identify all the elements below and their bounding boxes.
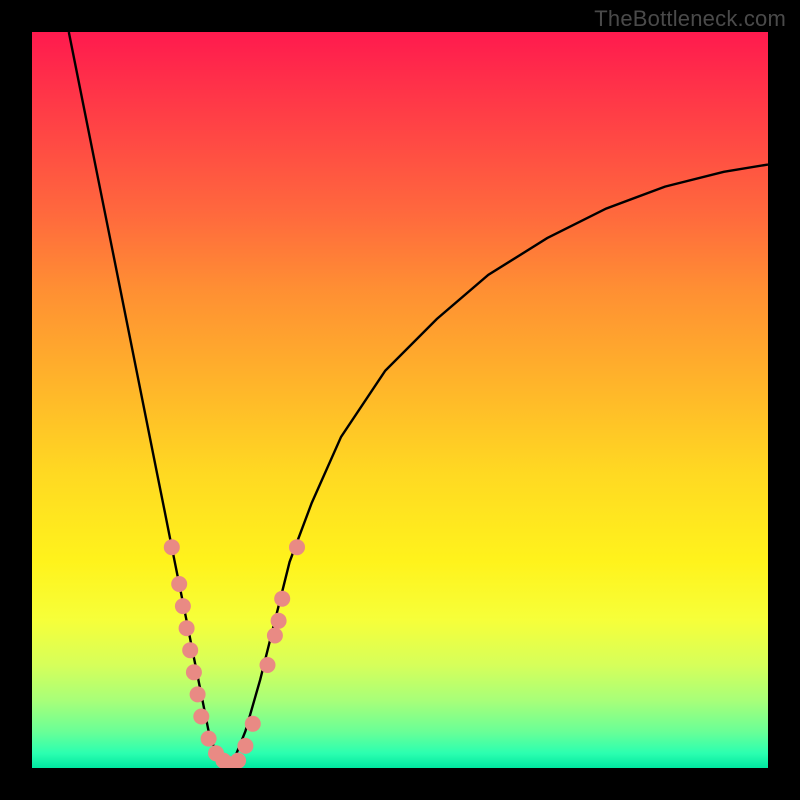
scatter-dot	[289, 539, 305, 555]
scatter-dot	[201, 731, 217, 747]
scatter-dot	[179, 620, 195, 636]
chart-svg	[32, 32, 768, 768]
scatter-dot	[274, 591, 290, 607]
scatter-dot	[171, 576, 187, 592]
scatter-dot	[237, 738, 253, 754]
curve-group	[69, 32, 768, 768]
scatter-dot	[245, 716, 261, 732]
scatter-dot	[271, 613, 287, 629]
curve-left-branch	[69, 32, 231, 768]
scatter-group	[164, 539, 305, 768]
curve-right-branch	[231, 165, 768, 769]
scatter-dot	[267, 628, 283, 644]
scatter-dot	[175, 598, 191, 614]
scatter-dot	[190, 686, 206, 702]
scatter-dot	[260, 657, 276, 673]
scatter-dot	[193, 709, 209, 725]
plot-area	[32, 32, 768, 768]
scatter-dot	[164, 539, 180, 555]
watermark-text: TheBottleneck.com	[594, 6, 786, 32]
scatter-dot	[230, 753, 246, 768]
scatter-dot	[182, 642, 198, 658]
outer-frame: TheBottleneck.com	[0, 0, 800, 800]
scatter-dot	[186, 664, 202, 680]
